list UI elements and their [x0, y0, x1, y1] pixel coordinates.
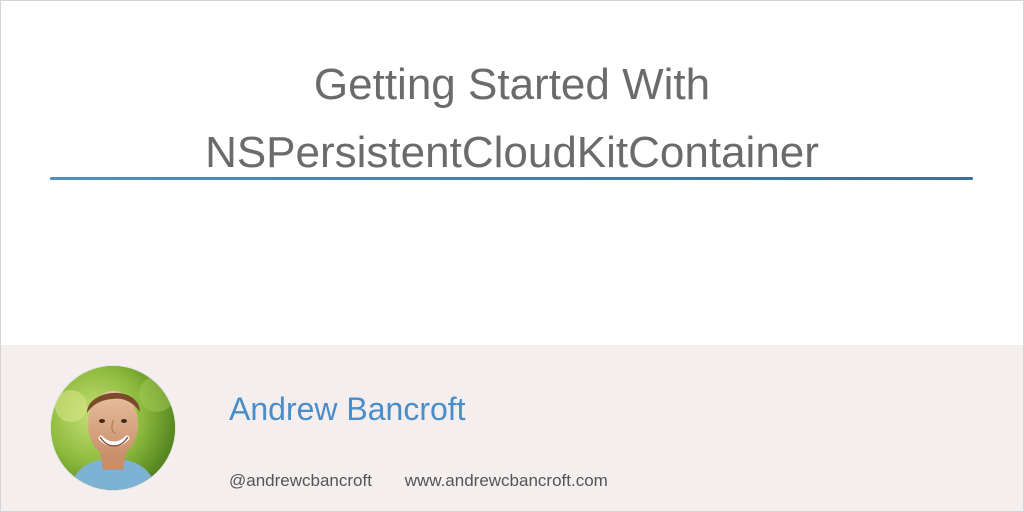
author-name: Andrew Bancroft	[229, 391, 466, 427]
twitter-handle: @andrewcbancroft	[229, 471, 372, 490]
website-link: www.andrewcbancroft.com	[404, 471, 608, 490]
page-title: Getting Started With NSPersistentCloudKi…	[1, 51, 1023, 187]
social-card: Getting Started With NSPersistentCloudKi…	[0, 0, 1024, 512]
author-avatar	[51, 366, 175, 490]
author-meta: @andrewcbancroft www.andrewcbancroft.com	[229, 470, 608, 492]
author-photo-icon	[51, 366, 175, 490]
title-divider	[50, 177, 973, 180]
title-line-1: Getting Started With	[313, 60, 711, 109]
author-footer: Andrew Bancroft @andrewcbancroft www.and…	[1, 345, 1023, 511]
title-area: Getting Started With NSPersistentCloudKi…	[1, 1, 1023, 345]
